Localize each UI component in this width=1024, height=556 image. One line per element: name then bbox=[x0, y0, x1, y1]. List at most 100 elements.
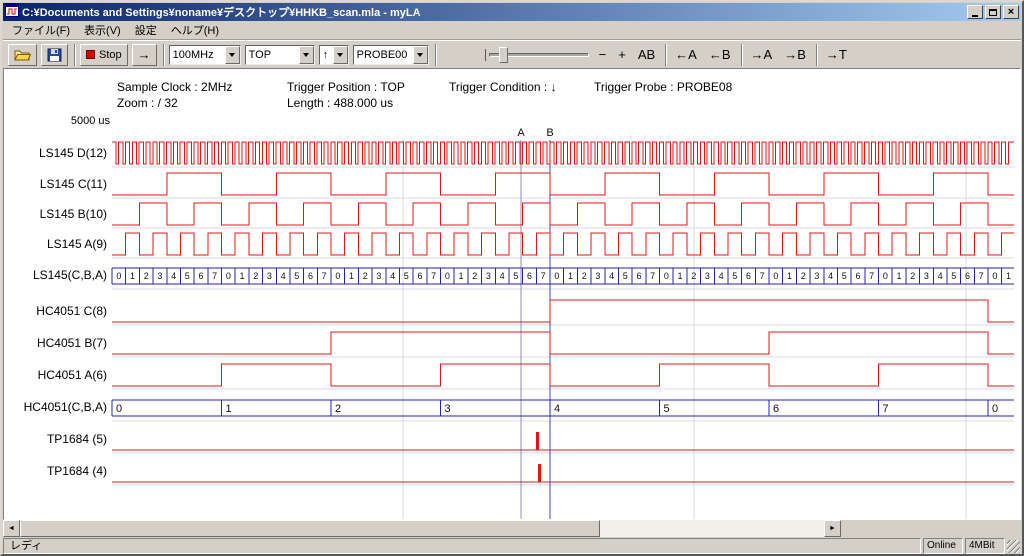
floppy-disk-icon bbox=[47, 48, 62, 62]
bus-value: 1 bbox=[130, 271, 135, 281]
trigger-position-select[interactable]: TOP bbox=[245, 45, 315, 65]
bus-value: 7 bbox=[541, 271, 546, 281]
trigger-edge-select[interactable]: ↑ bbox=[319, 45, 349, 65]
app-icon bbox=[5, 3, 19, 22]
bus-value: 0 bbox=[226, 271, 231, 281]
bus-value: 1 bbox=[787, 271, 792, 281]
menubar: ファイル(F)表示(V)設定ヘルプ(H) bbox=[3, 21, 1021, 40]
bus-value: 1 bbox=[1006, 271, 1011, 281]
waveform-area[interactable]: AB01234567012345670123456701234567012345… bbox=[4, 124, 1020, 519]
status-online: Online bbox=[923, 538, 963, 554]
bus-value: 4 bbox=[390, 271, 395, 281]
trigger-position-value: TOP bbox=[246, 49, 299, 61]
bus-value: 2 bbox=[335, 403, 341, 415]
close-button[interactable]: × bbox=[1003, 5, 1019, 19]
minimize-button[interactable] bbox=[967, 5, 983, 19]
bus-value: 6 bbox=[308, 271, 313, 281]
bus-value: 0 bbox=[883, 271, 888, 281]
bus-value: 0 bbox=[445, 271, 450, 281]
bus-value: 2 bbox=[801, 271, 806, 281]
sample-clock-select[interactable]: 100MHz bbox=[169, 45, 241, 65]
scroll-right-icon: ► bbox=[829, 525, 836, 532]
bus-value: 6 bbox=[965, 271, 970, 281]
bus-value: 5 bbox=[513, 271, 518, 281]
scroll-right-button[interactable]: ► bbox=[824, 520, 841, 537]
bus-value: 7 bbox=[883, 403, 889, 415]
toolbar-separator bbox=[816, 44, 818, 66]
trace-ls145-d-12 bbox=[112, 142, 1014, 164]
bus-value: 3 bbox=[157, 271, 162, 281]
bus-value: 7 bbox=[979, 271, 984, 281]
toolbar-separator bbox=[665, 44, 667, 66]
dropdown-button[interactable] bbox=[225, 46, 240, 64]
bus-value: 1 bbox=[240, 271, 245, 281]
open-folder-icon bbox=[14, 48, 31, 62]
minimize-icon bbox=[972, 15, 978, 17]
menu-item-file[interactable]: ファイル(F) bbox=[5, 20, 77, 40]
scrollbar-thumb[interactable] bbox=[20, 520, 600, 537]
bus-value: 5 bbox=[732, 271, 737, 281]
statusbar: レディ Online 4MBit bbox=[3, 538, 1021, 554]
bus-value: 4 bbox=[171, 271, 176, 281]
horizontal-scrollbar[interactable]: ◄ ► bbox=[3, 520, 841, 537]
resize-grip[interactable] bbox=[1007, 540, 1020, 553]
menu-item-help[interactable]: ヘルプ(H) bbox=[164, 20, 226, 40]
chevron-down-icon bbox=[229, 53, 235, 60]
bus-value: 1 bbox=[349, 271, 354, 281]
bus-value: 7 bbox=[760, 271, 765, 281]
status-memory: 4MBit bbox=[965, 538, 1005, 554]
chevron-down-icon bbox=[337, 53, 343, 60]
scroll-left-icon: ◄ bbox=[8, 525, 15, 532]
chevron-down-icon bbox=[417, 53, 423, 60]
zoom-slider[interactable] bbox=[483, 45, 591, 65]
toolbar-separator bbox=[163, 44, 165, 66]
trace-hc4051-a-6 bbox=[112, 364, 1014, 386]
goto-trigger-button[interactable]: →T bbox=[822, 46, 851, 63]
goto-cursor-b-right-button[interactable]: →B bbox=[780, 46, 810, 63]
stop-button[interactable]: Stop bbox=[80, 44, 128, 66]
run-button[interactable]: → bbox=[132, 44, 157, 66]
maximize-icon bbox=[989, 9, 997, 16]
bus-value: 5 bbox=[294, 271, 299, 281]
run-arrow-icon: → bbox=[138, 47, 151, 62]
zoom-in-button[interactable]: + bbox=[614, 46, 630, 63]
bus-value: 0 bbox=[116, 271, 121, 281]
goto-cursor-a-left-button[interactable]: ←A bbox=[671, 46, 701, 63]
bus-value: 6 bbox=[855, 271, 860, 281]
ab-range-button[interactable]: AB bbox=[634, 46, 659, 63]
save-file-button[interactable] bbox=[41, 44, 68, 66]
dropdown-button[interactable] bbox=[413, 46, 428, 64]
cursor-b-label: B bbox=[546, 127, 553, 139]
pulse-mark bbox=[536, 432, 539, 450]
status-message: レディ bbox=[3, 538, 921, 554]
dropdown-button[interactable] bbox=[299, 46, 314, 64]
trigger-probe-select[interactable]: PROBE00 bbox=[353, 45, 429, 65]
bus-value: 4 bbox=[828, 271, 833, 281]
bus-value: 1 bbox=[568, 271, 573, 281]
stop-icon bbox=[86, 50, 95, 59]
bus-value: 0 bbox=[992, 403, 998, 415]
bus-value: 3 bbox=[595, 271, 600, 281]
maximize-button[interactable] bbox=[985, 5, 1001, 19]
bus-value: 2 bbox=[691, 271, 696, 281]
dropdown-button[interactable] bbox=[333, 46, 348, 64]
toolbar-separator bbox=[741, 44, 743, 66]
scroll-left-button[interactable]: ◄ bbox=[3, 520, 20, 537]
close-icon: × bbox=[1008, 7, 1014, 18]
slider-thumb[interactable] bbox=[499, 47, 508, 63]
goto-cursor-a-right-button[interactable]: →A bbox=[747, 46, 777, 63]
titlebar[interactable]: C:¥Documents and Settings¥noname¥デスクトップ¥… bbox=[3, 3, 1021, 21]
bus-value: 2 bbox=[472, 271, 477, 281]
window-title: C:¥Documents and Settings¥noname¥デスクトップ¥… bbox=[22, 4, 965, 20]
goto-cursor-b-left-button[interactable]: ←B bbox=[705, 46, 735, 63]
menu-item-view[interactable]: 表示(V) bbox=[77, 20, 128, 40]
menu-item-settings[interactable]: 設定 bbox=[128, 20, 164, 40]
zoom-out-button[interactable]: − bbox=[595, 46, 611, 63]
open-file-button[interactable] bbox=[8, 44, 37, 66]
bus-value: 0 bbox=[335, 271, 340, 281]
trigger-edge-value: ↑ bbox=[320, 49, 333, 61]
bus-value: 5 bbox=[951, 271, 956, 281]
trace-ls145-a-9 bbox=[112, 233, 1014, 255]
trace-ls145-c-b-a bbox=[112, 268, 1014, 284]
zoom-info: Zoom : / 32 bbox=[117, 96, 178, 110]
